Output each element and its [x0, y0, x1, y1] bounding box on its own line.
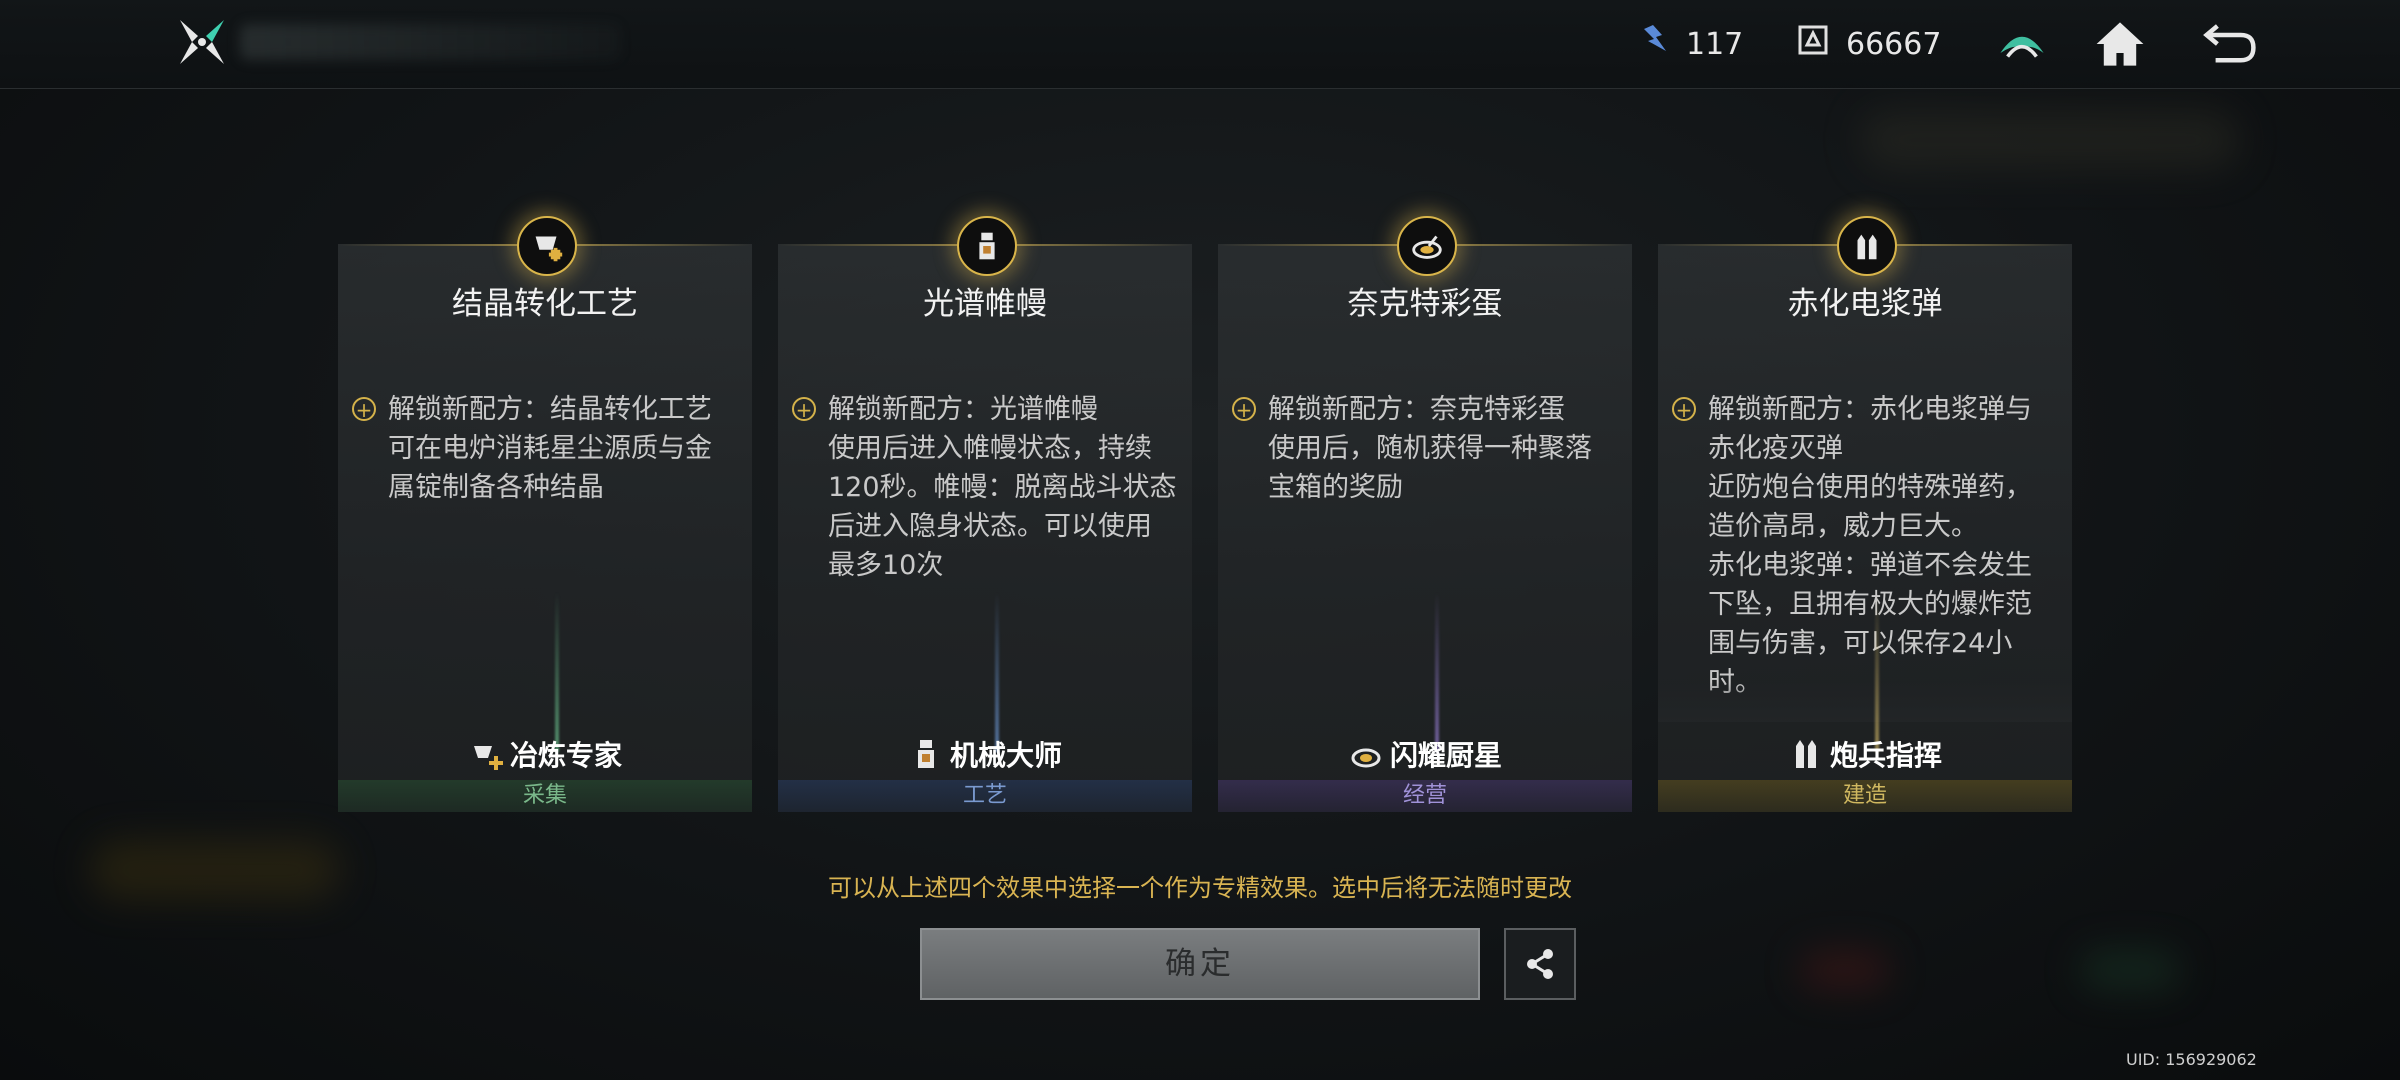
effect-line: 解锁新配方：结晶转化工艺: [388, 394, 712, 425]
role-name: 炮兵指挥: [1829, 739, 1942, 772]
card-title: 光谱帷幔: [923, 286, 1047, 322]
effect-line: 后进入隐身状态。可以使用: [828, 511, 1152, 542]
smelting-expert-icon: [473, 746, 503, 770]
energy-value: 117: [1686, 26, 1744, 62]
card-role: 机械大师: [778, 734, 1192, 774]
plus-icon: +: [792, 397, 816, 421]
plus-icon: +: [1232, 397, 1256, 421]
role-name: 冶炼专家: [509, 739, 622, 772]
card-effect: + 解锁新配方：赤化电浆弹与 赤化疫灭弹 近防炮台使用的特殊弹药， 造价高昂，威…: [1672, 390, 2058, 702]
resource-energy: 117: [1636, 22, 1743, 66]
game-logo-icon: [176, 16, 228, 68]
specialization-card-smelting[interactable]: 结晶转化工艺 + 解锁新配方：结晶转化工艺 可在电炉消耗星尘源质与金 属锭制备各…: [338, 216, 752, 812]
card-effect: + 解锁新配方：结晶转化工艺 可在电炉消耗星尘源质与金 属锭制备各种结晶: [352, 390, 738, 507]
card-role: 冶炼专家: [338, 734, 752, 774]
text-fade: [1658, 682, 2072, 722]
effect-line: 使用后进入帷幔状态，持续: [828, 433, 1152, 464]
back-arrow-icon: [2203, 24, 2256, 63]
effect-line: 宝箱的奖励: [1268, 472, 1403, 503]
specialization-card-build[interactable]: 赤化电浆弹 + 解锁新配方：赤化电浆弹与 赤化疫灭弹 近防炮台使用的特殊弹药， …: [1658, 216, 2072, 812]
effect-line: 赤化电浆弹：弹道不会发生: [1708, 550, 2032, 581]
artillery-commander-icon: [1795, 740, 1816, 768]
card-effect: + 解锁新配方：光谱帷幔 使用后进入帷幔状态，持续 120秒。帷幔：脱离战斗状态…: [792, 390, 1178, 585]
home-button[interactable]: [2090, 14, 2150, 74]
blurred-title: [240, 24, 620, 60]
mechanic-master-icon: [917, 740, 934, 768]
back-button[interactable]: [2200, 14, 2260, 74]
energy-crystal-icon: [1636, 23, 1670, 65]
background-blur: [1860, 110, 2240, 170]
role-name: 机械大师: [949, 739, 1062, 772]
selection-hint: 可以从上述四个效果中选择一个作为专精效果。选中后将无法随时更改: [828, 874, 1572, 902]
top-bar: 117 66667: [0, 0, 2400, 89]
effect-line: 造价高昂，威力巨大。: [1708, 511, 1978, 542]
effect-line: 解锁新配方：赤化电浆弹与: [1708, 394, 2032, 425]
card-category: 工艺: [778, 780, 1192, 812]
effect-line: 解锁新配方：光谱帷幔: [828, 394, 1098, 425]
card-title: 赤化电浆弹: [1787, 286, 1943, 322]
effect-line: 使用后，随机获得一种聚落: [1268, 433, 1592, 464]
confirm-button[interactable]: 确定: [920, 928, 1480, 1000]
faction-emblem-icon[interactable]: [1992, 14, 2052, 74]
effect-line: 围与伤害，可以保存24小: [1708, 628, 2013, 659]
plus-icon: +: [352, 397, 376, 421]
card-role: 闪耀厨星: [1218, 734, 1632, 774]
card-category: 采集: [338, 780, 752, 812]
effect-line: 最多10次: [828, 550, 944, 581]
effect-line: 近防炮台使用的特殊弹药，: [1708, 472, 2032, 503]
currency-icon: [1796, 23, 1830, 65]
plasma-shell-icon: [1837, 216, 1897, 276]
light-beam: [555, 592, 559, 752]
crystal-conversion-icon: [517, 216, 577, 276]
chef-star-icon: [1351, 748, 1381, 768]
effect-line: 下坠，且拥有极大的爆炸范: [1708, 589, 2032, 620]
effect-line: 属锭制备各种结晶: [388, 472, 604, 503]
specialization-card-business[interactable]: 奈克特彩蛋 + 解锁新配方：奈克特彩蛋 使用后，随机获得一种聚落 宝箱的奖励 闪…: [1218, 216, 1632, 812]
effect-line: 可在电炉消耗星尘源质与金: [388, 433, 712, 464]
currency-value: 66667: [1846, 26, 1942, 62]
card-category: 建造: [1658, 780, 2072, 812]
spectrum-tent-icon: [957, 216, 1017, 276]
plus-icon: +: [1672, 397, 1696, 421]
light-beam: [995, 592, 999, 752]
effect-line: 解锁新配方：奈克特彩蛋: [1268, 394, 1565, 425]
background-blur: [1800, 950, 1890, 990]
share-icon: [1527, 949, 1553, 979]
specialization-card-craft[interactable]: 光谱帷幔 + 解锁新配方：光谱帷幔 使用后进入帷幔状态，持续 120秒。帷幔：脱…: [778, 216, 1192, 812]
resource-currency: 66667: [1796, 22, 1941, 66]
card-category: 经营: [1218, 780, 1632, 812]
card-effect: + 解锁新配方：奈克特彩蛋 使用后，随机获得一种聚落 宝箱的奖励: [1232, 390, 1618, 507]
cooking-pan-icon: [1397, 216, 1457, 276]
home-icon: [2096, 22, 2144, 66]
user-id: UID: 156929062: [2126, 1050, 2257, 1069]
light-beam: [1875, 592, 1879, 752]
role-name: 闪耀厨星: [1389, 739, 1502, 772]
share-button[interactable]: [1504, 928, 1576, 1000]
light-beam: [1435, 592, 1439, 752]
effect-line: 120秒。帷幔：脱离战斗状态: [828, 472, 1177, 503]
effect-line: 赤化疫灭弹: [1708, 433, 1843, 464]
card-role: 炮兵指挥: [1658, 734, 2072, 774]
card-title: 结晶转化工艺: [452, 286, 638, 322]
background-blur: [2080, 950, 2180, 990]
card-title: 奈克特彩蛋: [1347, 286, 1503, 322]
